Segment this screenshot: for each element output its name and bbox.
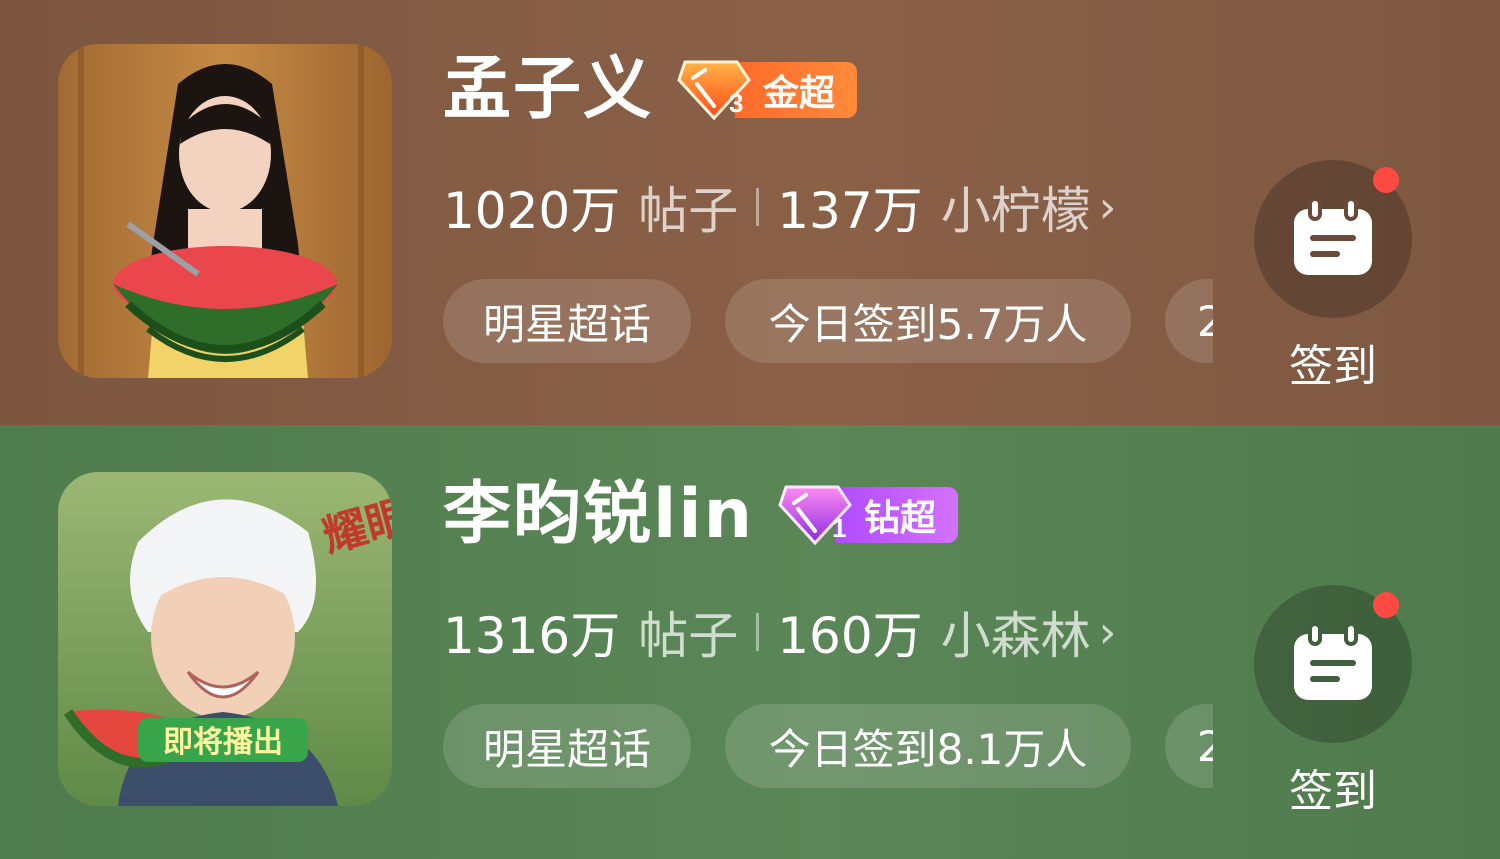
checkin-label[interactable]: 签到 xyxy=(1254,755,1412,819)
calendar-note-icon xyxy=(1294,199,1372,275)
tag-checkin-count[interactable]: 今日签到8.1万人 xyxy=(725,704,1131,788)
posts-count: 1316万 xyxy=(443,607,621,665)
star-avatar[interactable] xyxy=(58,44,392,378)
star-name: 孟子义 xyxy=(443,50,654,129)
fans-label: 小柠檬 xyxy=(940,182,1091,240)
stats-row[interactable]: 1316万 帖子 160万 小森林 › xyxy=(443,597,1116,667)
avatar-photo: 即将播出 耀眼 xyxy=(58,472,392,806)
posts-count: 1020万 xyxy=(443,182,621,240)
posts-label: 帖子 xyxy=(638,182,739,240)
tag-category[interactable]: 明星超话 xyxy=(443,279,691,363)
tag-list: 明星超话 今日签到8.1万人 2 xyxy=(443,704,1213,788)
checkin-label[interactable]: 签到 xyxy=(1254,330,1412,394)
gem-icon: 3 xyxy=(677,60,751,121)
fans-count: 137万 xyxy=(777,182,923,240)
tag-more[interactable]: 2 xyxy=(1165,279,1213,363)
notification-dot xyxy=(1373,592,1399,618)
level-badge[interactable]: 1 钻超 xyxy=(776,485,959,546)
badge-level: 1 xyxy=(832,513,846,543)
divider xyxy=(756,188,760,226)
tag-checkin-count[interactable]: 今日签到5.7万人 xyxy=(725,279,1131,363)
badge-label: 金超 xyxy=(735,62,858,118)
badge-label: 钻超 xyxy=(836,487,959,543)
super-topic-card[interactable]: 即将播出 耀眼 李昀锐lin 1 钻超 1316万 帖子 160万 小森林 › … xyxy=(0,425,1500,859)
gem-icon: 1 xyxy=(778,485,852,546)
tag-category[interactable]: 明星超话 xyxy=(443,704,691,788)
tag-more[interactable]: 2 xyxy=(1165,704,1213,788)
star-name: 李昀锐lin xyxy=(443,475,755,554)
fans-label: 小森林 xyxy=(940,607,1091,665)
super-topic-card[interactable]: 孟子义 3 金超 1020万 帖子 137万 小柠檬 › 明星超话 今日签到5.… xyxy=(0,0,1500,425)
posts-label: 帖子 xyxy=(638,607,739,665)
avatar-photo xyxy=(58,44,392,378)
chevron-right-icon[interactable]: › xyxy=(1099,607,1117,658)
chevron-right-icon[interactable]: › xyxy=(1099,182,1117,233)
stats-row[interactable]: 1020万 帖子 137万 小柠檬 › xyxy=(443,172,1116,242)
calendar-note-icon xyxy=(1294,624,1372,700)
star-avatar[interactable]: 即将播出 耀眼 xyxy=(58,472,392,806)
avatar-headline: 即将播出 xyxy=(163,725,283,760)
badge-level: 3 xyxy=(729,88,743,118)
notification-dot xyxy=(1373,167,1399,193)
divider xyxy=(756,613,760,651)
tag-list: 明星超话 今日签到5.7万人 2 xyxy=(443,279,1213,363)
level-badge[interactable]: 3 金超 xyxy=(675,60,858,121)
fans-count: 160万 xyxy=(777,607,923,665)
